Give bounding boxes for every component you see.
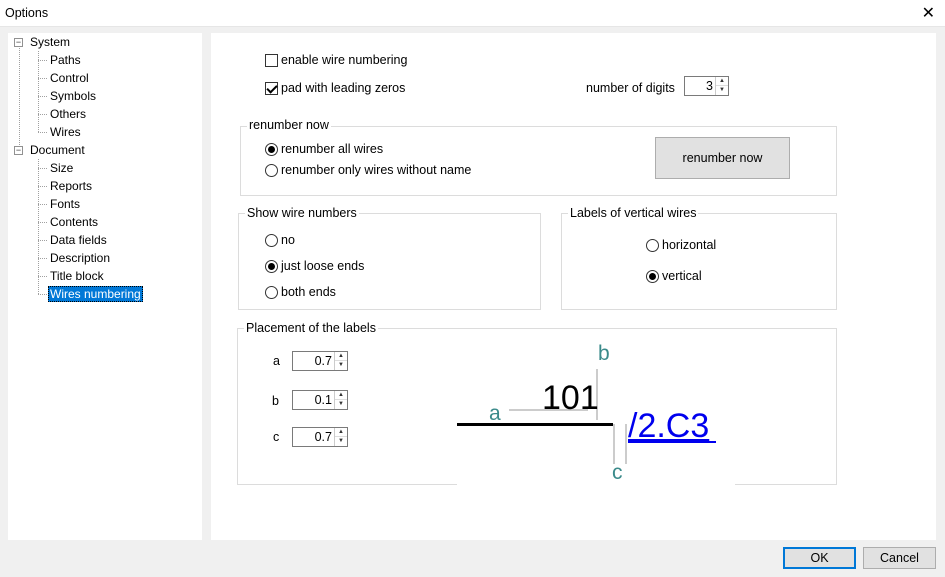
placement-a-value[interactable]: 0.7	[315, 354, 332, 368]
renumber-only-unnamed-radio[interactable]	[265, 164, 278, 177]
title-bar: Options ✕	[0, 0, 945, 27]
pad-leading-zeros-label[interactable]: pad with leading zeros	[281, 81, 405, 95]
preview-label-b: b	[598, 342, 610, 365]
number-of-digits-label: number of digits	[586, 81, 675, 95]
show-wire-numbers-title: Show wire numbers	[245, 206, 359, 220]
cancel-button[interactable]: Cancel	[863, 547, 936, 569]
show-no-radio[interactable]	[265, 234, 278, 247]
renumber-all-wires-radio[interactable]	[265, 143, 278, 156]
tree-item-control[interactable]: Control	[50, 70, 89, 87]
tree-item-document[interactable]: Document	[30, 142, 85, 159]
renumber-now-button[interactable]: renumber now	[655, 137, 790, 179]
placement-a-label: a	[273, 354, 280, 368]
vertical-vertical-radio[interactable]	[646, 270, 659, 283]
vertical-labels-group	[561, 213, 837, 310]
show-loose-ends-label[interactable]: just loose ends	[281, 259, 364, 273]
placement-c-spinner[interactable]: 0.7 ▲ ▼	[292, 427, 348, 447]
tree-item-symbols[interactable]: Symbols	[50, 88, 96, 105]
close-icon[interactable]: ✕	[922, 3, 935, 23]
spin-down-icon[interactable]: ▼	[335, 361, 347, 370]
enable-wire-numbering-label[interactable]: enable wire numbering	[281, 53, 407, 67]
renumber-only-unnamed-label[interactable]: renumber only wires without name	[281, 163, 471, 177]
preview-label-a: a	[489, 402, 501, 425]
tree-item-system[interactable]: System	[30, 34, 70, 51]
tree-item-contents[interactable]: Contents	[50, 214, 98, 231]
tree-item-paths[interactable]: Paths	[50, 52, 81, 69]
tree-item-data-fields[interactable]: Data fields	[50, 232, 107, 249]
tree-item-wires[interactable]: Wires	[50, 124, 81, 141]
tree-item-reports[interactable]: Reports	[50, 178, 92, 195]
show-loose-ends-radio[interactable]	[265, 260, 278, 273]
preview-reference: /2.C3	[628, 407, 709, 445]
tree-item-description[interactable]: Description	[50, 250, 110, 267]
placement-b-label: b	[272, 394, 279, 408]
renumber-all-wires-label[interactable]: renumber all wires	[281, 142, 383, 156]
enable-wire-numbering-checkbox[interactable]	[265, 54, 278, 67]
show-no-label[interactable]: no	[281, 233, 295, 247]
number-of-digits-value[interactable]: 3	[706, 79, 713, 93]
placement-c-value[interactable]: 0.7	[315, 430, 332, 444]
spin-up-icon[interactable]: ▲	[335, 428, 347, 437]
tree-item-fonts[interactable]: Fonts	[50, 196, 80, 213]
options-tree[interactable]: − System Paths Control Symbols Others Wi…	[8, 33, 202, 540]
renumber-now-group-title: renumber now	[247, 118, 331, 132]
tree-item-wires-numbering[interactable]: Wires numbering	[48, 286, 143, 303]
placement-c-label: c	[273, 430, 280, 444]
tree-item-title-block[interactable]: Title block	[50, 268, 104, 285]
preview-label-c: c	[612, 461, 623, 484]
window-title: Options	[5, 6, 49, 20]
collapse-system-icon[interactable]: −	[14, 38, 23, 47]
preview-wire-number: 101	[542, 379, 599, 417]
number-of-digits-spinner[interactable]: 3 ▲ ▼	[684, 76, 729, 96]
vertical-horizontal-radio[interactable]	[646, 239, 659, 252]
placement-b-value[interactable]: 0.1	[315, 393, 332, 407]
vertical-labels-title: Labels of vertical wires	[568, 206, 699, 220]
vertical-horizontal-label[interactable]: horizontal	[662, 238, 716, 252]
spin-down-icon[interactable]: ▼	[335, 400, 347, 409]
label-placement-preview: a 101 b /2.C3 c	[457, 336, 735, 486]
spin-up-icon[interactable]: ▲	[335, 391, 347, 400]
placement-b-spinner[interactable]: 0.1 ▲ ▼	[292, 390, 348, 410]
collapse-document-icon[interactable]: −	[14, 146, 23, 155]
spin-down-icon[interactable]: ▼	[335, 437, 347, 446]
placement-title: Placement of the labels	[244, 321, 378, 335]
show-both-ends-radio[interactable]	[265, 286, 278, 299]
spin-down-icon[interactable]: ▼	[716, 86, 728, 95]
show-both-ends-label[interactable]: both ends	[281, 285, 336, 299]
placement-a-spinner[interactable]: 0.7 ▲ ▼	[292, 351, 348, 371]
vertical-vertical-label[interactable]: vertical	[662, 269, 702, 283]
pad-leading-zeros-checkbox[interactable]	[265, 82, 278, 95]
spin-up-icon[interactable]: ▲	[335, 352, 347, 361]
tree-item-others[interactable]: Others	[50, 106, 86, 123]
ok-button[interactable]: OK	[783, 547, 856, 569]
spin-up-icon[interactable]: ▲	[716, 77, 728, 86]
tree-item-size[interactable]: Size	[50, 160, 73, 177]
